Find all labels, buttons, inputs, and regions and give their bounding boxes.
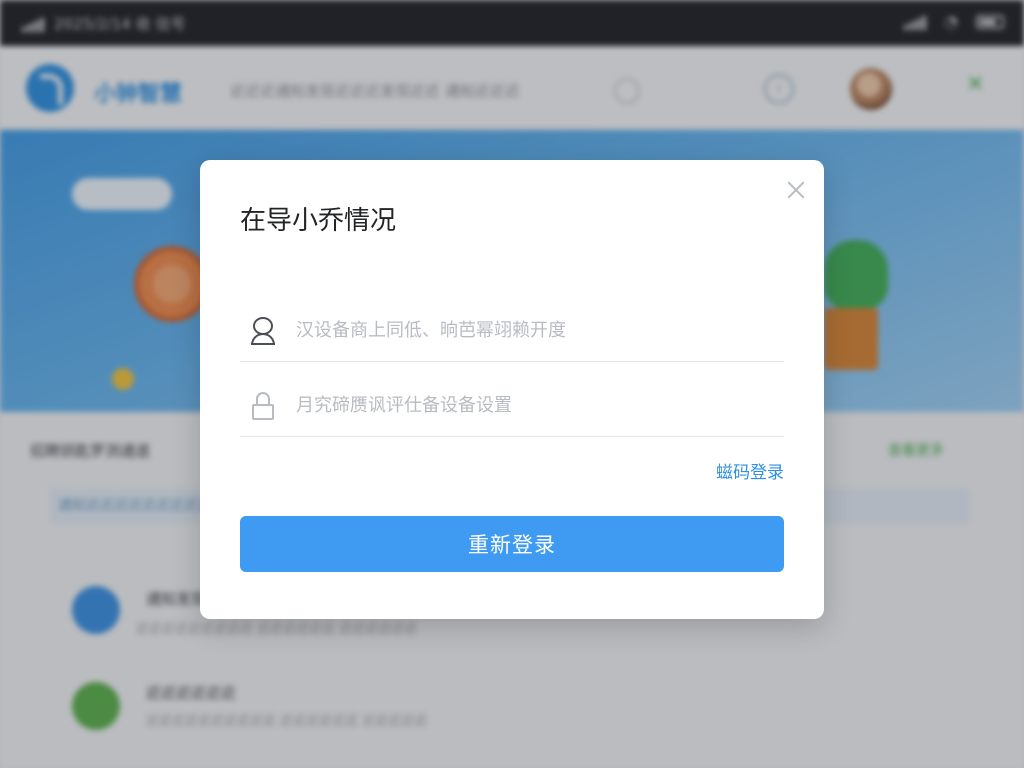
dialog-title: 在导小乔情况 (240, 206, 397, 236)
lock-icon (250, 391, 276, 421)
account-input[interactable] (296, 310, 784, 351)
alt-login-link[interactable]: 螆码登录 (716, 458, 784, 483)
password-input[interactable] (296, 385, 784, 426)
close-icon[interactable] (784, 178, 808, 202)
password-field (240, 375, 784, 437)
screen: 2025/2/14 收 信号 ◔ 小钟智慧 近近近通知发现近近近发现近近 通知近… (0, 0, 1024, 768)
relogin-button[interactable]: 重新登录 (240, 516, 784, 572)
account-field (240, 300, 784, 362)
user-icon (250, 316, 276, 346)
relogin-dialog: 在导小乔情况 螆码登录 重新登录 (200, 160, 824, 619)
